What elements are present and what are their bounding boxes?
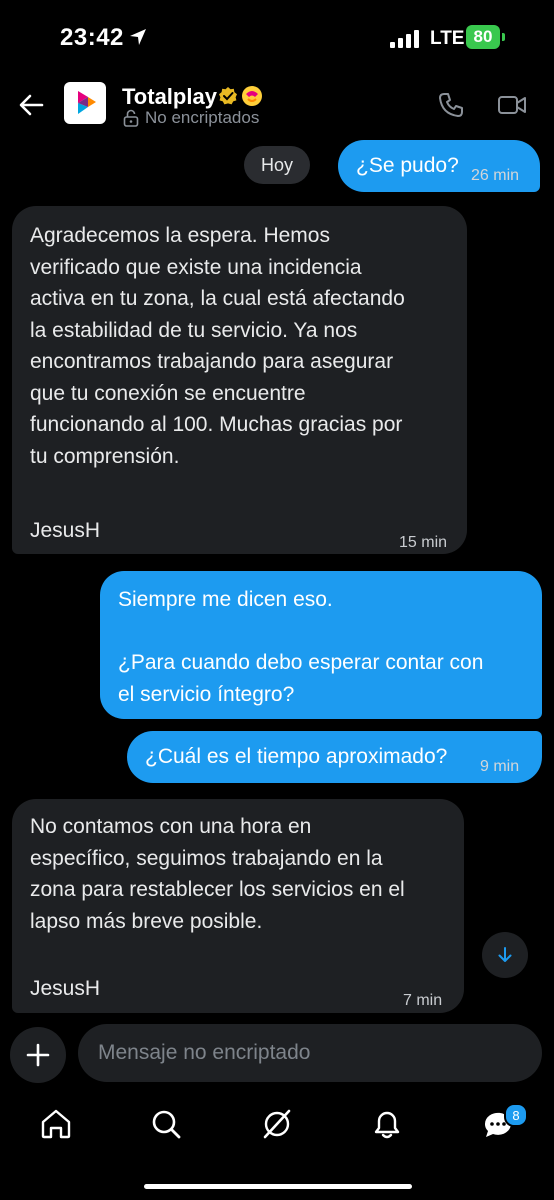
message-input[interactable]: Mensaje no encriptado — [78, 1024, 542, 1082]
scroll-to-bottom-button[interactable] — [482, 932, 528, 978]
status-time: 23:42 — [60, 24, 124, 51]
unlocked-icon — [123, 109, 139, 127]
verified-badge-icon — [219, 87, 237, 105]
message-text: Siempre me dicen eso. ¿Para cuando debo … — [118, 588, 484, 706]
battery-indicator: 80 — [466, 25, 506, 49]
notifications-bell-icon[interactable] — [370, 1107, 404, 1141]
message-bubble-incoming[interactable]: No contamos con una hora en específico, … — [12, 799, 464, 1013]
message-text: ¿Se pudo? — [356, 154, 459, 177]
add-attachment-button[interactable] — [10, 1027, 66, 1083]
message-bubble-outgoing[interactable]: ¿Cuál es el tiempo aproximado? 9 min — [127, 731, 542, 783]
home-icon[interactable] — [39, 1107, 73, 1141]
home-indicator[interactable] — [144, 1184, 412, 1189]
battery-level: 80 — [473, 27, 493, 46]
message-time: 15 min — [399, 534, 448, 551]
grok-icon[interactable] — [260, 1107, 294, 1141]
phone-call-icon[interactable] — [438, 92, 464, 118]
encryption-status: No encriptados — [145, 108, 260, 127]
message-time: 26 min — [471, 167, 520, 184]
message-signature: JesusH — [30, 519, 101, 542]
arrow-down-icon — [498, 947, 512, 962]
message-text: ¿Cuál es el tiempo aproximado? — [145, 745, 448, 768]
search-icon[interactable] — [149, 1107, 183, 1141]
message-time: 7 min — [403, 992, 443, 1009]
date-separator: Hoy — [244, 146, 310, 184]
message-bubble-incoming[interactable]: Agradecemos la espera. Hemos verificado … — [12, 206, 467, 554]
contact-name[interactable]: Totalplay — [122, 84, 217, 110]
messages-badge: 8 — [504, 1103, 528, 1127]
cellular-signal-icon — [390, 30, 419, 48]
message-bubble-outgoing[interactable]: ¿Se pudo? 26 min — [338, 140, 540, 192]
affiliate-badge-icon — [242, 86, 262, 106]
message-text: Agradecemos la espera. Hemos verificado … — [30, 224, 405, 468]
message-bubble-outgoing[interactable]: Siempre me dicen eso. ¿Para cuando debo … — [100, 571, 542, 719]
avatar[interactable] — [64, 82, 106, 124]
message-text: No contamos con una hora en específico, … — [30, 815, 405, 933]
video-call-icon[interactable] — [497, 92, 527, 118]
message-time: 9 min — [480, 758, 520, 775]
network-type: LTE — [430, 28, 465, 49]
location-arrow-icon — [130, 29, 146, 45]
back-arrow-icon[interactable] — [18, 92, 44, 118]
totalplay-logo-icon — [78, 91, 96, 114]
plus-icon — [26, 1043, 50, 1067]
message-signature: JesusH — [30, 977, 101, 1000]
